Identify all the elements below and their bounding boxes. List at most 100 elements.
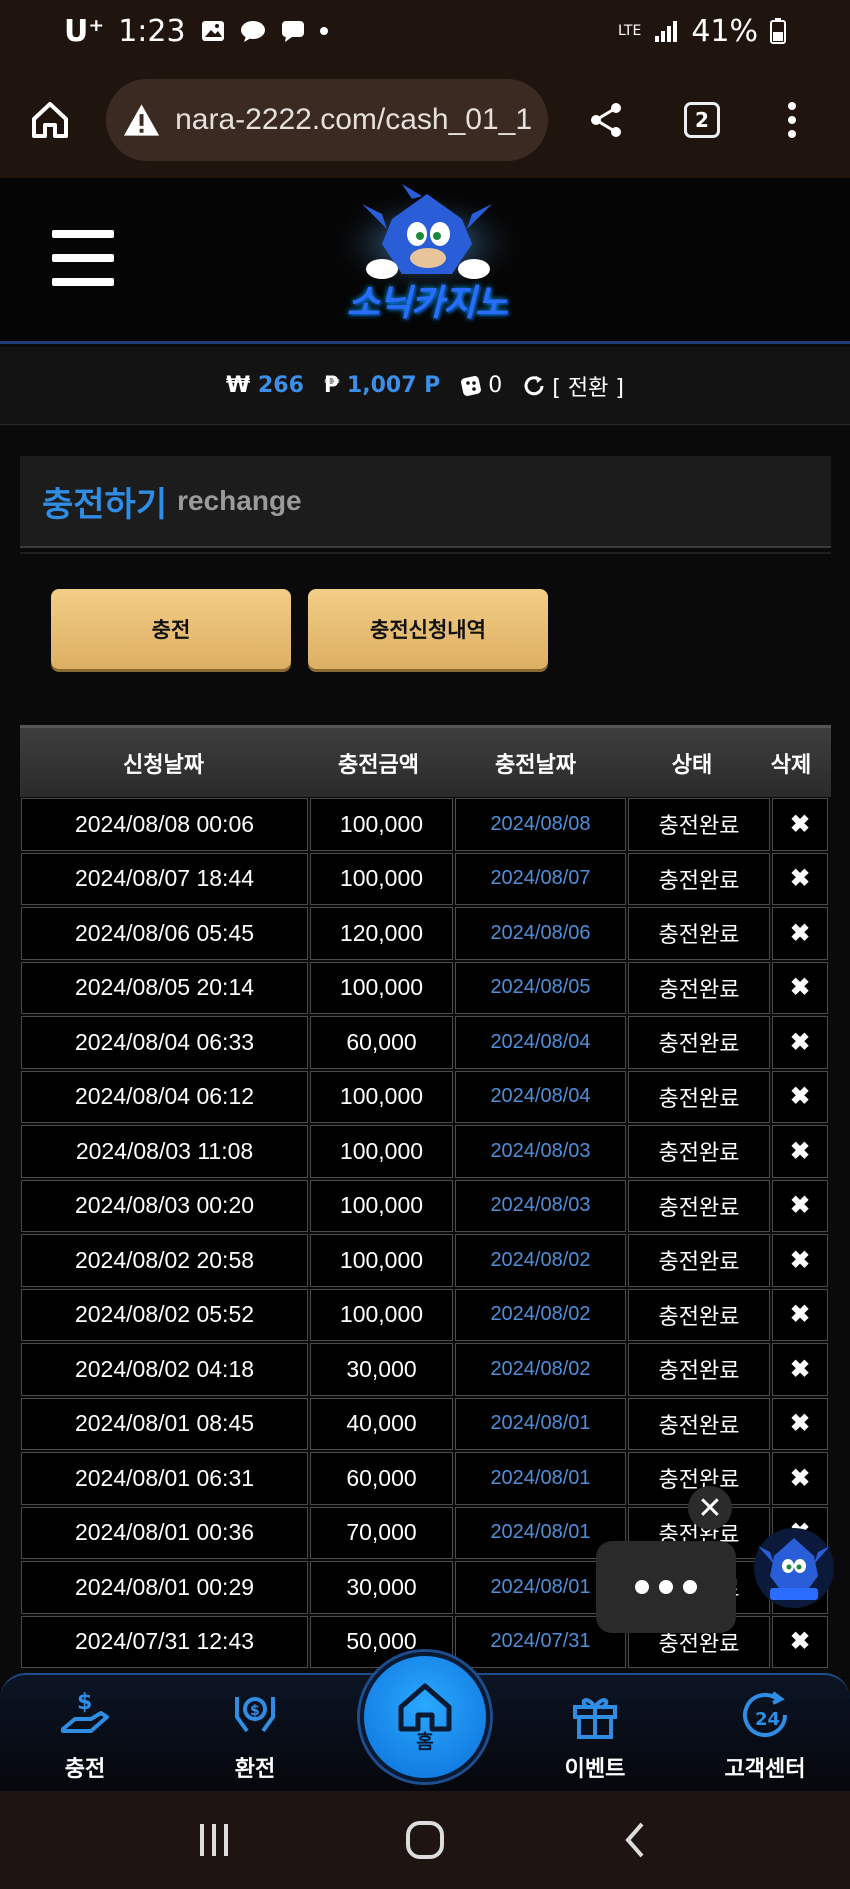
cell-amount: 60,000 bbox=[310, 1452, 453, 1505]
nav-home-button[interactable]: 홈 bbox=[360, 1652, 490, 1782]
table-row: 2024/08/03 00:20 100,000 2024/08/03 충전완료 ✖ bbox=[20, 1179, 831, 1234]
hand-coin-icon: $ bbox=[61, 1690, 109, 1733]
browser-home-button[interactable] bbox=[22, 92, 78, 148]
cell-charge-date: 2024/08/02 bbox=[455, 1234, 626, 1287]
charge-history-button[interactable]: 충전신청내역 bbox=[308, 589, 548, 669]
site-header: 소닉카지노 bbox=[0, 178, 850, 344]
cell-amount: 100,000 bbox=[310, 1179, 453, 1232]
cell-amount: 120,000 bbox=[310, 907, 453, 960]
cell-request-date: 2024/08/02 05:52 bbox=[21, 1288, 308, 1341]
balance-bar: ₩ 266 ₱ 1,007 P 0 [ 전환 ] bbox=[0, 347, 850, 425]
delete-button[interactable]: ✖ bbox=[772, 1615, 828, 1668]
cell-status: 충전완료 bbox=[628, 1397, 770, 1450]
support-24-icon: 24 bbox=[743, 1691, 787, 1737]
nav-support[interactable]: 24 고객센터 bbox=[705, 1685, 825, 1789]
delete-button[interactable]: ✖ bbox=[772, 1016, 828, 1069]
nav-event[interactable]: 이벤트 bbox=[535, 1685, 655, 1789]
home-circle-icon[interactable] bbox=[403, 1818, 447, 1862]
cell-status: 충전완료 bbox=[628, 907, 770, 960]
browser-menu-button[interactable] bbox=[772, 92, 812, 148]
network-label: LTE bbox=[618, 23, 642, 39]
header-status: 상태 bbox=[671, 752, 713, 778]
convert-button[interactable]: [ 전환 ] bbox=[522, 370, 624, 402]
header-request-date: 신청날짜 bbox=[123, 752, 204, 778]
nav-charge[interactable]: $ 충전 bbox=[25, 1685, 145, 1789]
nav-exchange[interactable]: $ 환전 bbox=[195, 1685, 315, 1789]
dice-balance: 0 bbox=[460, 373, 502, 398]
delete-button[interactable]: ✖ bbox=[772, 852, 828, 905]
delete-button[interactable]: ✖ bbox=[772, 1397, 828, 1450]
cell-status: 충전완료 bbox=[628, 798, 770, 851]
delete-button[interactable]: ✖ bbox=[772, 1070, 828, 1123]
svg-text:$: $ bbox=[77, 1690, 92, 1715]
cell-status: 충전완료 bbox=[628, 852, 770, 905]
cell-amount: 70,000 bbox=[310, 1506, 453, 1559]
convert-label: [ 전환 ] bbox=[552, 375, 624, 401]
cell-charge-date: 2024/08/03 bbox=[455, 1179, 626, 1232]
delete-button[interactable]: ✖ bbox=[772, 798, 828, 851]
cell-status: 충전완료 bbox=[628, 1343, 770, 1396]
cell-request-date: 2024/08/01 06:31 bbox=[21, 1452, 308, 1505]
nav-event-label: 이벤트 bbox=[564, 1757, 626, 1782]
cell-charge-date: 2024/08/04 bbox=[455, 1016, 626, 1069]
site-logo[interactable]: 소닉카지노 bbox=[322, 184, 532, 334]
delete-button[interactable]: ✖ bbox=[772, 1125, 828, 1178]
cell-amount: 30,000 bbox=[310, 1561, 453, 1614]
refresh-icon bbox=[524, 375, 544, 395]
float-more-button[interactable] bbox=[596, 1541, 736, 1633]
cell-request-date: 2024/07/31 12:43 bbox=[21, 1615, 308, 1668]
delete-button[interactable]: ✖ bbox=[772, 1179, 828, 1232]
float-close-button[interactable]: ✕ bbox=[688, 1486, 732, 1530]
browser-toolbar: nara-2222.com/cash_01_1. 2 bbox=[0, 62, 850, 178]
cell-request-date: 2024/08/07 18:44 bbox=[21, 852, 308, 905]
cell-request-date: 2024/08/01 08:45 bbox=[21, 1397, 308, 1450]
kebab-menu-icon bbox=[788, 102, 796, 138]
sonic-avatar-icon[interactable] bbox=[752, 1526, 836, 1610]
cell-charge-date: 2024/08/02 bbox=[455, 1343, 626, 1396]
table-body: 2024/08/08 00:06 100,000 2024/08/08 충전완료 ✖ 20… bbox=[20, 797, 831, 1669]
nav-exchange-label: 환전 bbox=[234, 1757, 276, 1782]
delete-button[interactable]: ✖ bbox=[772, 961, 828, 1014]
tabs-button[interactable]: 2 bbox=[674, 92, 730, 148]
cell-amount: 100,000 bbox=[310, 1125, 453, 1178]
cell-amount: 100,000 bbox=[310, 852, 453, 905]
page-title-en: rechange bbox=[177, 485, 302, 516]
status-bar: U⁺ 1:23 LTE 41% bbox=[0, 0, 850, 62]
cell-status: 충전완료 bbox=[628, 1016, 770, 1069]
cell-request-date: 2024/08/01 00:36 bbox=[21, 1506, 308, 1559]
delete-button[interactable]: ✖ bbox=[772, 1452, 828, 1505]
cell-amount: 100,000 bbox=[310, 1234, 453, 1287]
cell-request-date: 2024/08/06 05:45 bbox=[21, 907, 308, 960]
hamburger-menu-icon[interactable] bbox=[52, 230, 114, 286]
gift-icon bbox=[573, 1698, 617, 1739]
cell-amount: 100,000 bbox=[310, 1288, 453, 1341]
charge-button[interactable]: 충전 bbox=[51, 589, 291, 669]
page-title: 충전하기 rechange bbox=[20, 456, 831, 548]
carrier-label: U⁺ bbox=[64, 13, 105, 49]
table-row: 2024/08/02 20:58 100,000 2024/08/02 충전완료 ✖ bbox=[20, 1233, 831, 1288]
header-delete: 삭제 bbox=[770, 752, 812, 778]
recents-icon[interactable] bbox=[194, 1820, 234, 1860]
cell-charge-date: 2024/08/08 bbox=[455, 798, 626, 851]
cell-status: 충전완료 bbox=[628, 1288, 770, 1341]
cell-amount: 100,000 bbox=[310, 1070, 453, 1123]
cell-amount: 100,000 bbox=[310, 798, 453, 851]
gallery-icon bbox=[201, 21, 224, 41]
share-button[interactable] bbox=[578, 92, 634, 148]
notification-dot-icon bbox=[319, 27, 328, 35]
delete-button[interactable]: ✖ bbox=[772, 1343, 828, 1396]
message-icon bbox=[281, 21, 304, 42]
delete-button[interactable]: ✖ bbox=[772, 1234, 828, 1287]
delete-button[interactable]: ✖ bbox=[772, 907, 828, 960]
cell-request-date: 2024/08/04 06:12 bbox=[21, 1070, 308, 1123]
android-navigation-bar bbox=[0, 1791, 850, 1889]
back-icon[interactable] bbox=[616, 1820, 656, 1860]
address-bar[interactable]: nara-2222.com/cash_01_1. bbox=[106, 79, 548, 161]
cell-request-date: 2024/08/02 04:18 bbox=[21, 1343, 308, 1396]
delete-button[interactable]: ✖ bbox=[772, 1288, 828, 1341]
table-row: 2024/08/05 20:14 100,000 2024/08/05 충전완료 ✖ bbox=[20, 961, 831, 1016]
signal-icon bbox=[655, 21, 678, 42]
cell-amount: 60,000 bbox=[310, 1016, 453, 1069]
warning-icon bbox=[123, 104, 160, 136]
cell-charge-date: 2024/08/05 bbox=[455, 961, 626, 1014]
